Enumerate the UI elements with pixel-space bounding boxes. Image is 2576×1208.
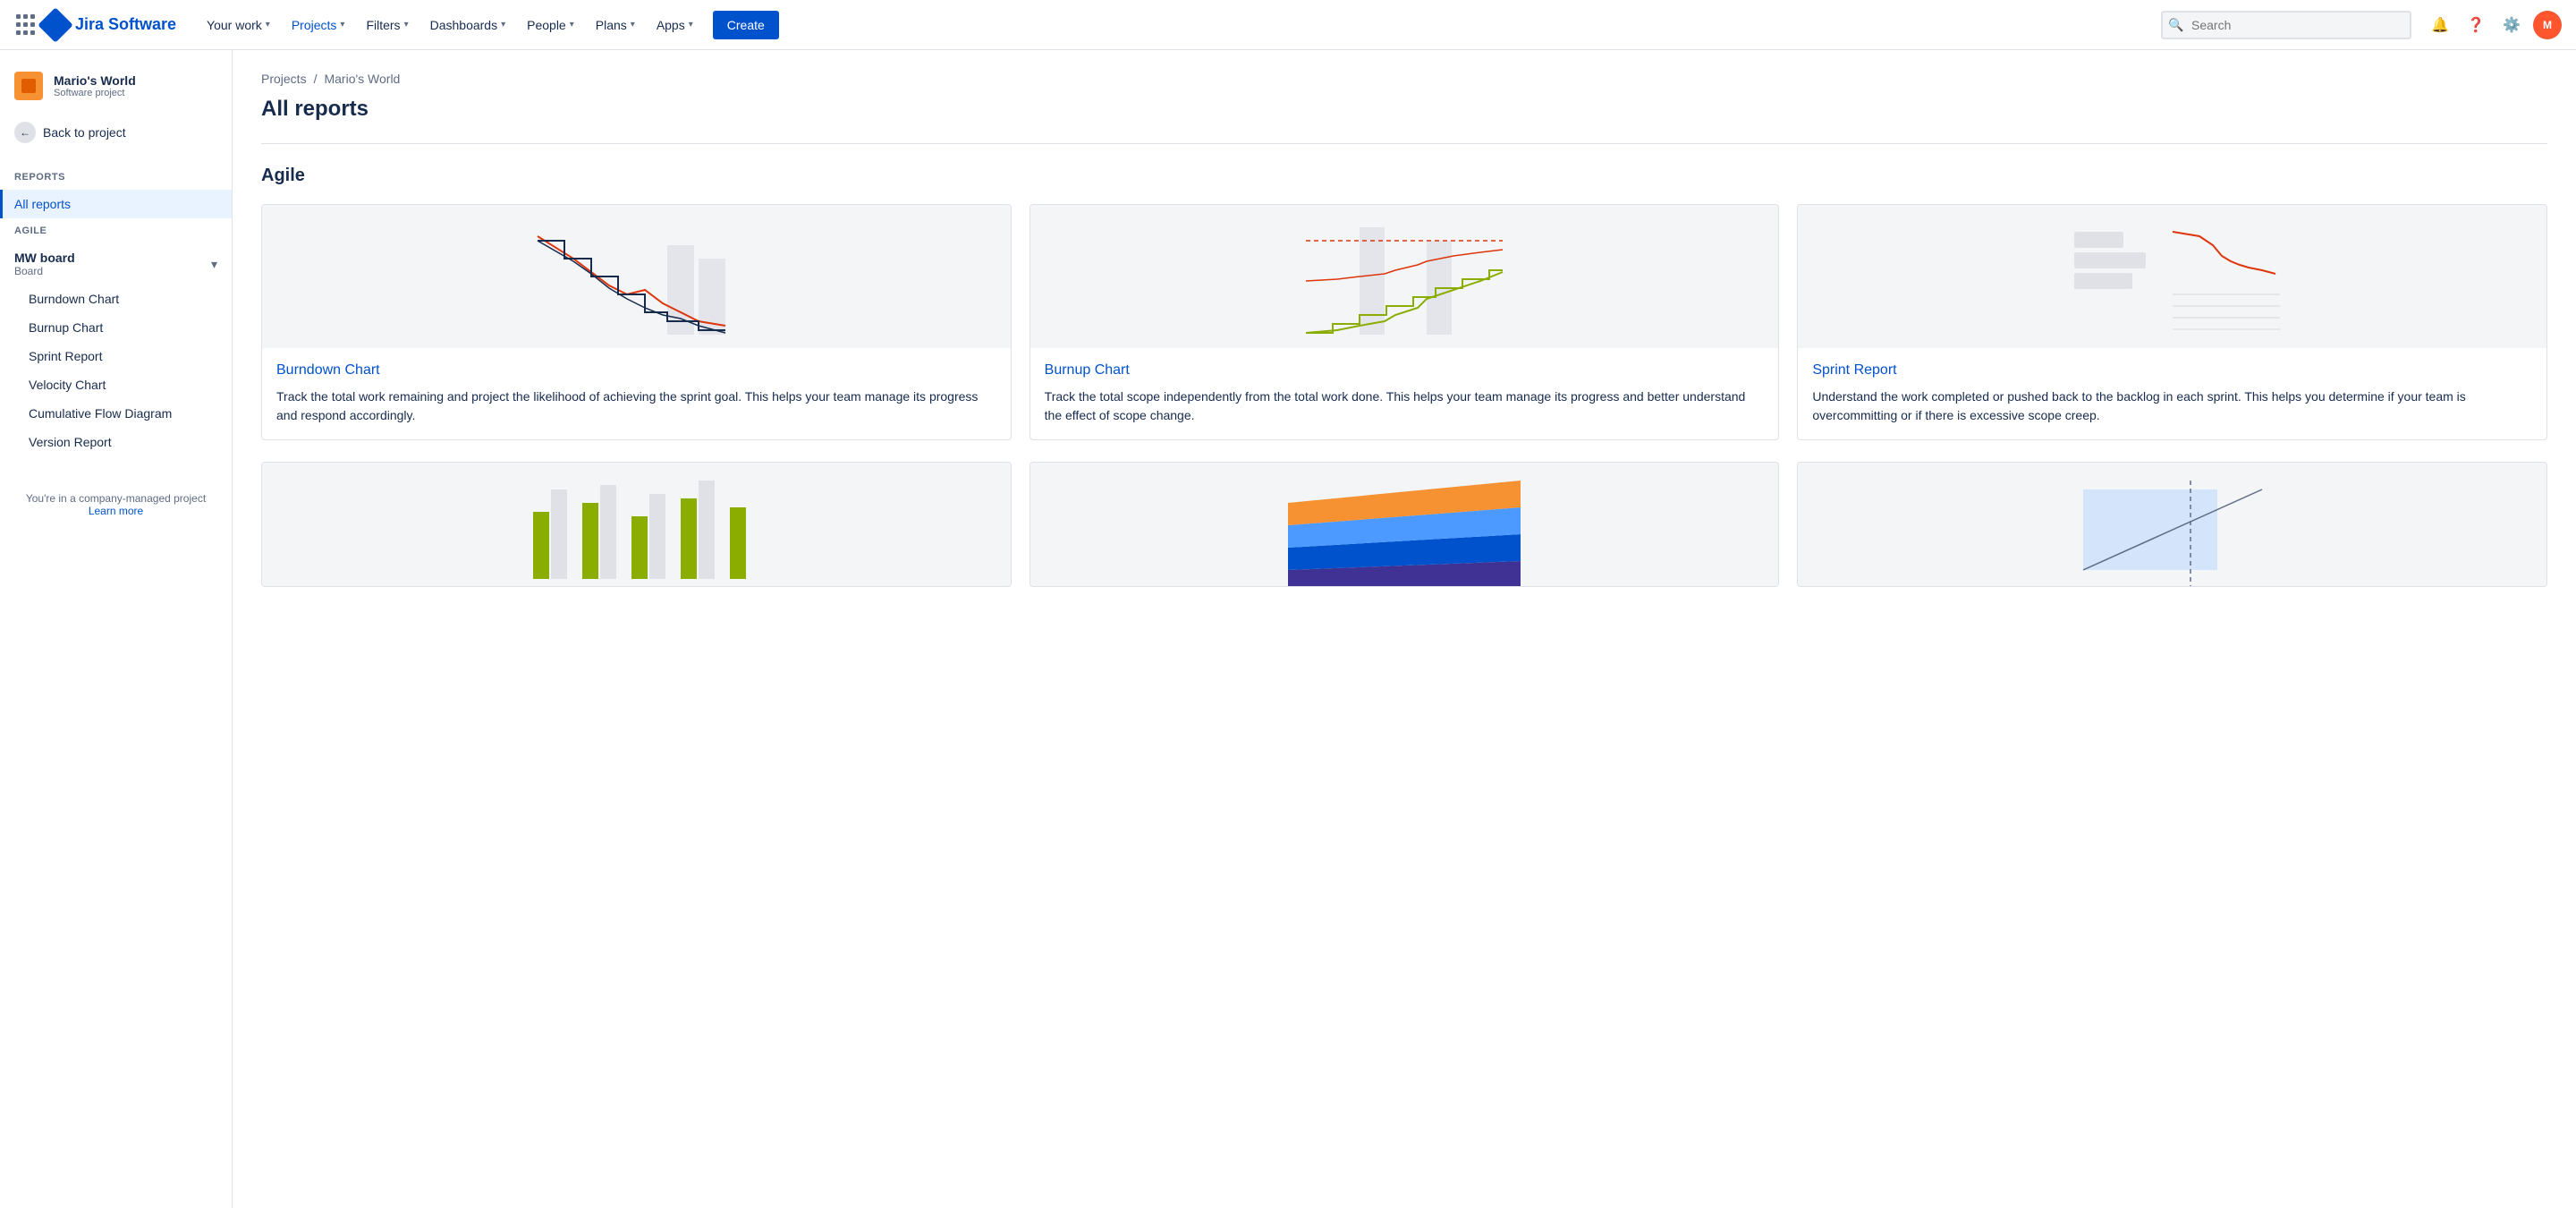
create-button[interactable]: Create [713,11,779,39]
sprint-report-title[interactable]: Sprint Report [1812,362,2532,379]
section-divider [261,143,2547,144]
reports-grid: Burndown Chart Track the total work rema… [261,204,2547,440]
sprint-report-card[interactable]: Sprint Report Understand the work comple… [1797,204,2547,440]
cumulative-flow-card[interactable] [1030,462,1780,587]
board-type: Board [14,265,75,277]
breadcrumb: Projects / Mario's World [261,72,2547,86]
app-layout: Mario's World Software project ← Back to… [0,50,2576,1208]
sidebar: Mario's World Software project ← Back to… [0,50,233,1208]
burndown-chart-svg [520,209,752,344]
nav-items: Your work ▾ Projects ▾ Filters ▾ Dashboa… [198,7,2147,43]
sidebar-item-version-report[interactable]: Version Report [0,428,232,456]
chevron-down-icon: ▾ [211,257,217,272]
project-type: Software project [54,88,136,98]
burnup-chart-desc: Track the total scope independently from… [1045,387,1765,425]
filters-nav[interactable]: Filters ▾ [357,7,417,43]
breadcrumb-mario-world[interactable]: Mario's World [324,72,400,86]
velocity-chart-svg [520,463,752,587]
burndown-chart-desc: Track the total work remaining and proje… [276,387,996,425]
notifications-button[interactable]: 🔔 [2426,11,2454,39]
cumulative-flow-svg [1288,463,1521,587]
learn-more-link[interactable]: Learn more [89,505,143,517]
project-icon [14,72,43,100]
sidebar-item-burnup-chart[interactable]: Burnup Chart [0,313,232,342]
sprint-report-image [1798,205,2546,348]
chevron-down-icon: ▾ [266,20,270,30]
sidebar-board-mw[interactable]: MW board Board ▾ [0,243,232,285]
chevron-down-icon: ▾ [689,20,693,30]
breadcrumb-projects[interactable]: Projects [261,72,307,86]
sprint-report-desc: Understand the work completed or pushed … [1812,387,2532,425]
plans-nav[interactable]: Plans ▾ [587,7,644,43]
help-button[interactable]: ❓ [2462,11,2490,39]
jira-logo[interactable]: Jira Software [43,13,176,38]
reports-grid-2 [261,462,2547,587]
project-info: Mario's World Software project [0,64,232,107]
search-icon: 🔍 [2168,17,2183,32]
version-report-card[interactable] [1797,462,2547,587]
breadcrumb-separator: / [314,72,318,86]
search-input[interactable] [2161,11,2411,39]
project-name: Mario's World [54,73,136,89]
burndown-chart-body: Burndown Chart Track the total work rema… [262,348,1011,439]
version-report-image [1798,463,2546,587]
agile-section-label: AGILE [0,218,232,243]
burnup-chart-card[interactable]: Burnup Chart Track the total scope indep… [1030,204,1780,440]
burnup-chart-title[interactable]: Burnup Chart [1045,362,1765,379]
apps-nav[interactable]: Apps ▾ [648,7,702,43]
your-work-nav[interactable]: Your work ▾ [198,7,279,43]
sidebar-item-sprint-report[interactable]: Sprint Report [0,342,232,370]
chevron-down-icon: ▾ [570,20,574,30]
sidebar-item-all-reports[interactable]: All reports [0,190,232,218]
version-report-svg [2056,463,2289,587]
search-bar: 🔍 [2161,11,2411,39]
logo-text: Jira Software [75,15,176,34]
burnup-chart-image [1030,205,1779,348]
project-details: Mario's World Software project [54,73,136,99]
settings-button[interactable]: ⚙️ [2497,11,2526,39]
project-icon-inner [21,79,36,93]
logo-diamond [38,7,73,43]
back-to-project-button[interactable]: ← Back to project [0,115,232,150]
chevron-down-icon: ▾ [340,20,344,30]
nav-icon-group: 🔔 ❓ ⚙️ M [2426,11,2562,39]
sidebar-item-burndown-chart[interactable]: Burndown Chart [0,285,232,313]
cumulative-flow-image [1030,463,1779,587]
people-nav[interactable]: People ▾ [518,7,583,43]
main-content: Projects / Mario's World All reports Agi… [233,50,2576,1208]
board-info: MW board Board [14,251,75,277]
avatar[interactable]: M [2533,11,2562,39]
back-label: Back to project [43,125,126,140]
reports-section-label: Reports [0,165,232,190]
burndown-chart-card[interactable]: Burndown Chart Track the total work rema… [261,204,1012,440]
velocity-chart-card[interactable] [261,462,1012,587]
burndown-chart-title[interactable]: Burndown Chart [276,362,996,379]
sidebar-item-velocity-chart[interactable]: Velocity Chart [0,370,232,399]
chevron-down-icon: ▾ [404,20,409,30]
sprint-report-svg [2056,209,2289,344]
page-title: All reports [261,97,2547,122]
board-name: MW board [14,251,75,265]
burnup-chart-svg [1288,209,1521,344]
chevron-down-icon: ▾ [631,20,635,30]
agile-section-title: Agile [261,166,2547,186]
sidebar-item-cumulative-flow[interactable]: Cumulative Flow Diagram [0,399,232,428]
velocity-chart-image [262,463,1011,587]
burnup-chart-body: Burnup Chart Track the total scope indep… [1030,348,1779,439]
sidebar-footer: You're in a company-managed project Lear… [0,478,232,532]
top-navigation: Jira Software Your work ▾ Projects ▾ Fil… [0,0,2576,50]
dashboards-nav[interactable]: Dashboards ▾ [421,7,515,43]
back-arrow-icon: ← [14,122,36,143]
sprint-report-body: Sprint Report Understand the work comple… [1798,348,2546,439]
projects-nav[interactable]: Projects ▾ [283,7,354,43]
app-switcher-icon[interactable] [14,14,36,36]
burndown-chart-image [262,205,1011,348]
chevron-down-icon: ▾ [501,20,505,30]
